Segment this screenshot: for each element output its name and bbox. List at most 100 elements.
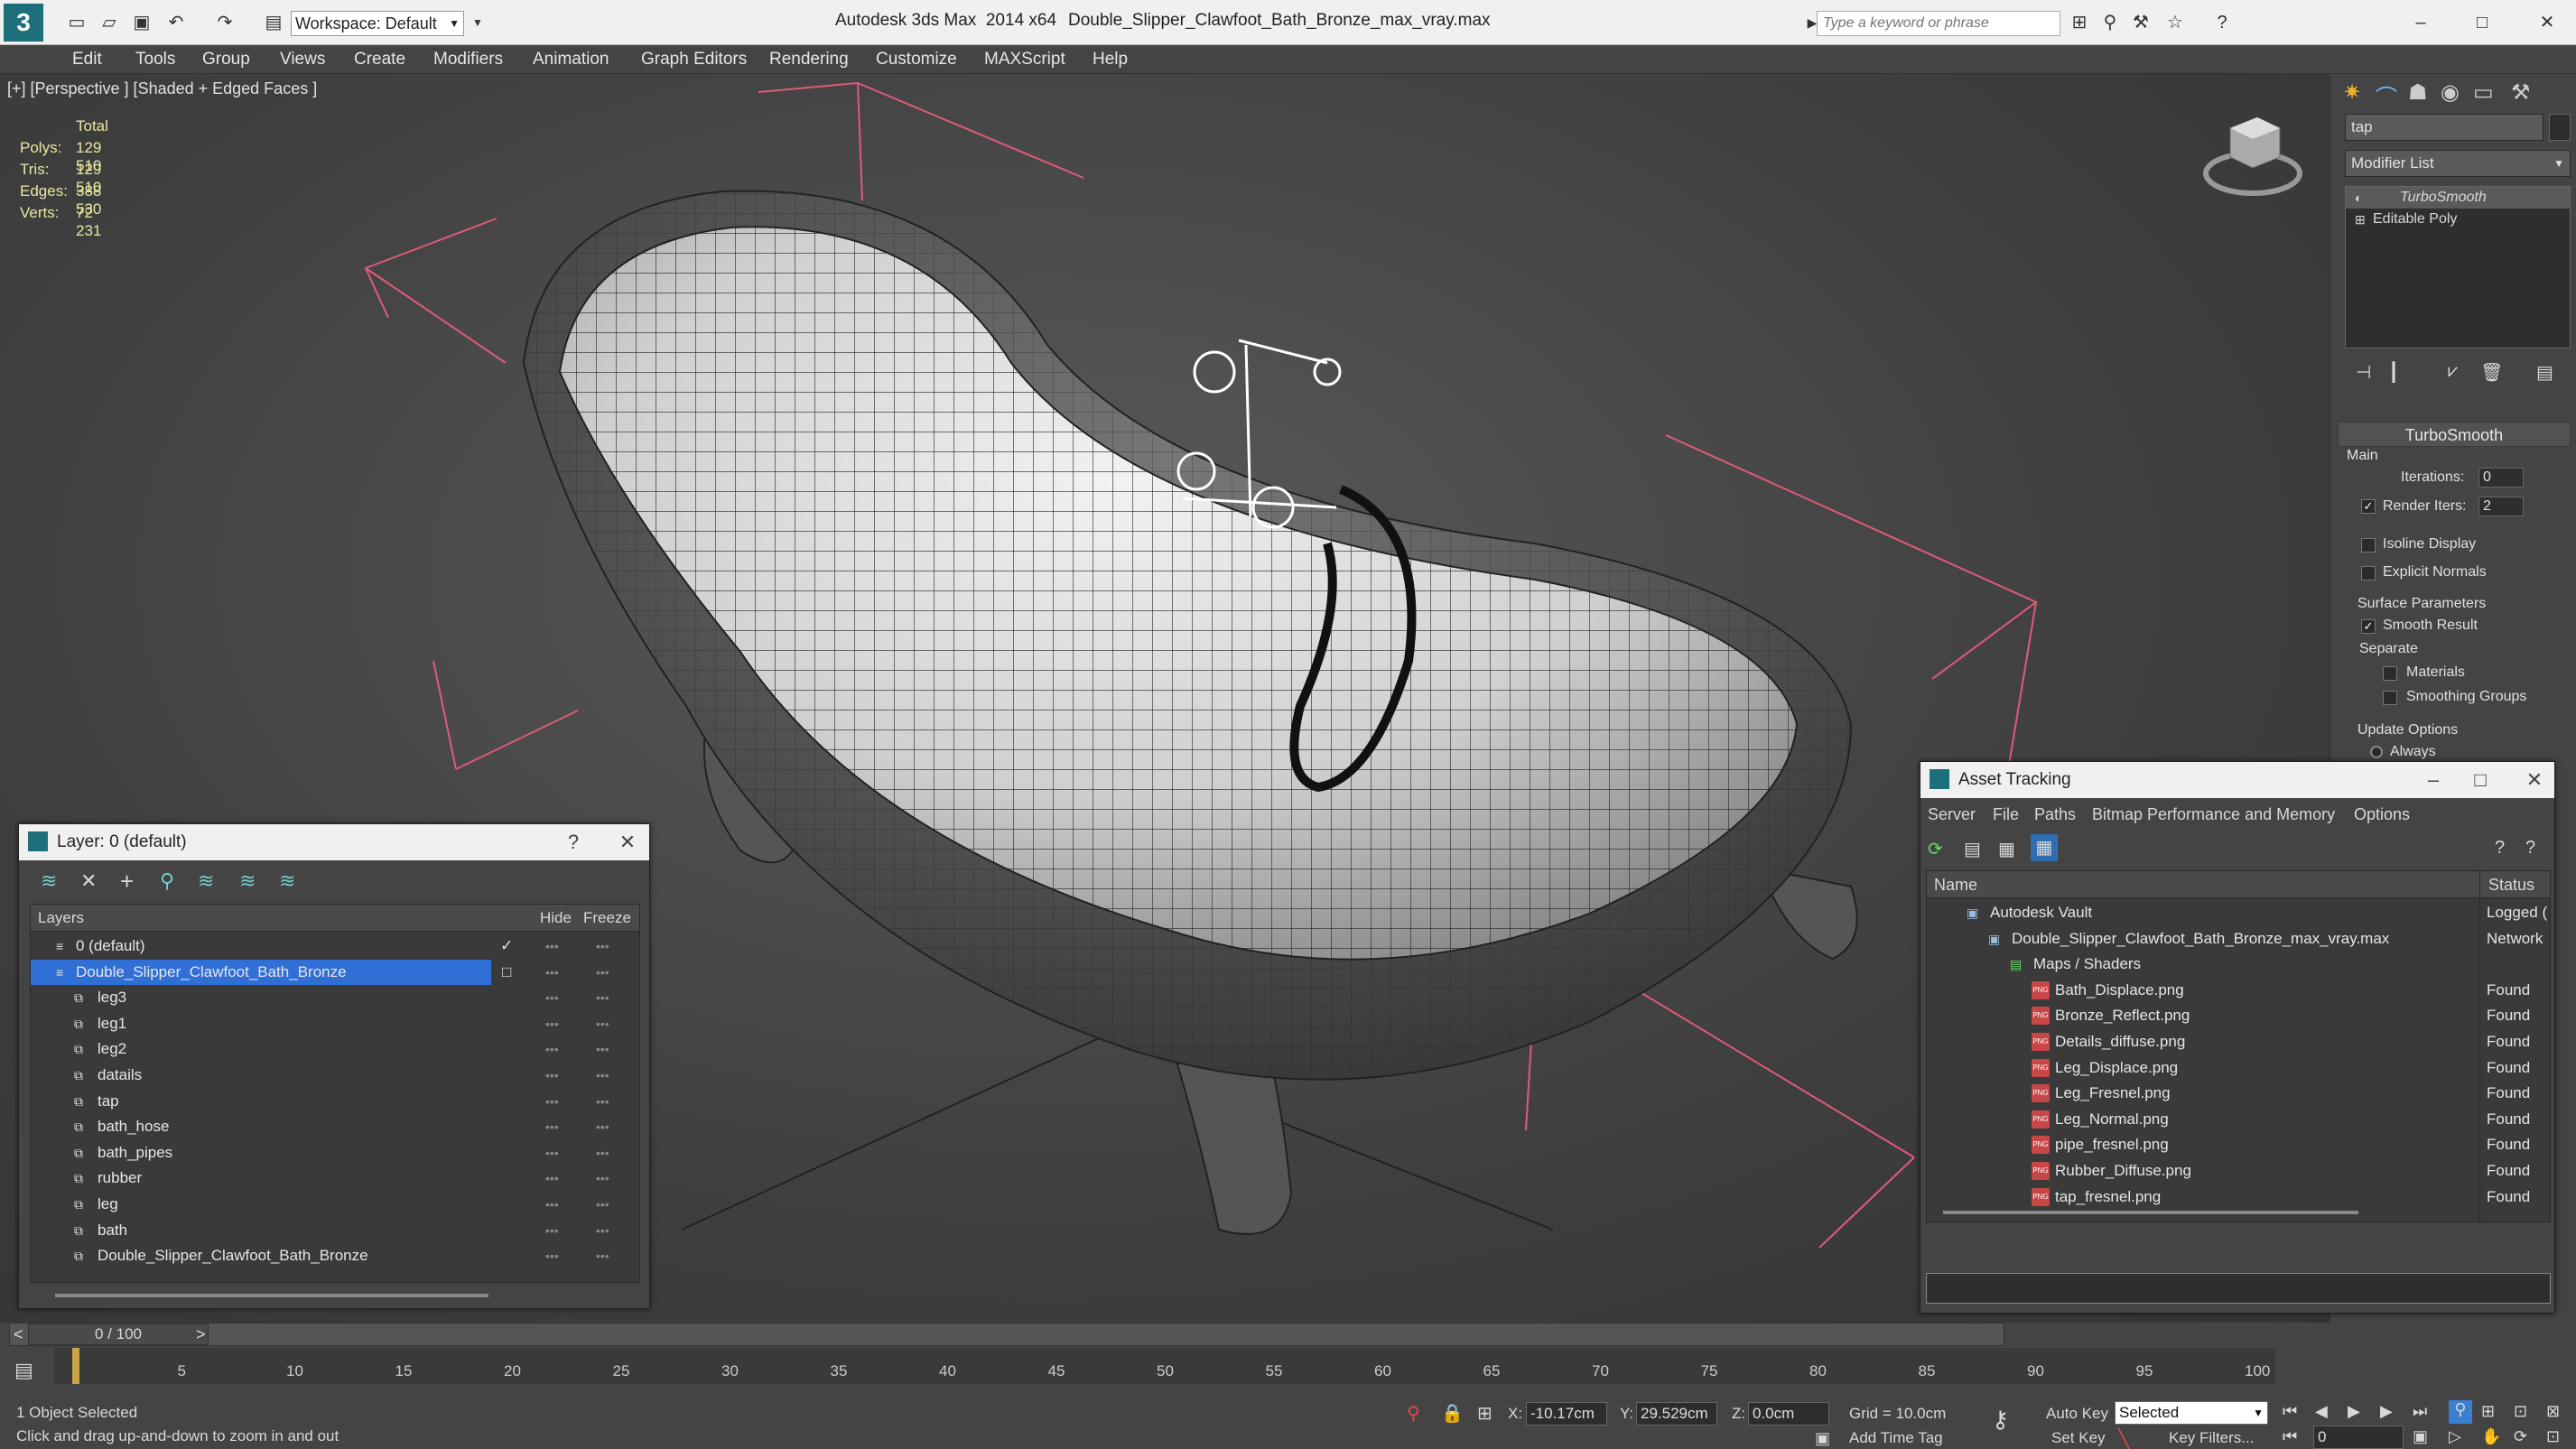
prev-frame-button[interactable]: < (14, 1325, 23, 1344)
menu-help[interactable]: Help (1093, 45, 1128, 74)
render-iters-spinner[interactable]: 2 (2478, 497, 2524, 516)
col-status[interactable]: Status (2488, 876, 2534, 895)
prev-key-icon[interactable]: ◀ (2315, 1402, 2328, 1421)
layer-row[interactable]: ⧉ leg2 ••• ••• (31, 1036, 637, 1062)
orbit-icon[interactable]: ⟳ (2514, 1427, 2527, 1446)
menu-create[interactable]: Create (354, 45, 405, 74)
hide-toggle[interactable]: ••• (545, 1243, 559, 1268)
smooth-result-checkbox[interactable]: ✓ (2361, 619, 2376, 634)
asset-row[interactable]: PNG Bath_Displace.png Found (1927, 978, 2550, 1003)
asset-menu-server[interactable]: Server (1928, 805, 1976, 824)
next-key-icon[interactable]: ▶ (2380, 1402, 2393, 1421)
asset-menu-bitmap[interactable]: Bitmap Performance and Memory (2092, 805, 2335, 824)
display-tab-icon[interactable]: ▭ (2473, 79, 2494, 106)
help-icon[interactable]: ? (2495, 838, 2505, 859)
col-name[interactable]: Name (1934, 876, 1977, 895)
freeze-toggle[interactable]: ••• (596, 960, 609, 985)
layer-row[interactable]: ⧉ leg3 ••• ••• (31, 985, 637, 1010)
hide-toggle[interactable]: ••• (545, 1011, 559, 1036)
modify-tab-icon[interactable]: ⌒ (2376, 79, 2397, 111)
x-coordinate-field[interactable]: -10.17cm (1526, 1402, 1607, 1426)
layer-row[interactable]: ⧉ tap ••• ••• (31, 1089, 637, 1114)
asset-menu-paths[interactable]: Paths (2034, 805, 2076, 824)
menu-tools[interactable]: Tools (135, 45, 175, 74)
menu-customize[interactable]: Customize (876, 45, 957, 74)
hide-toggle[interactable]: ••• (545, 1192, 559, 1217)
workspace-dropdown[interactable]: Workspace: Default ▼ (291, 11, 464, 36)
layer-row[interactable]: ⧉ bath_pipes ••• ••• (31, 1140, 637, 1166)
freeze-toggle[interactable]: ••• (596, 1243, 609, 1268)
asset-row[interactable]: PNG Bronze_Reflect.png Found (1927, 1003, 2550, 1028)
add-time-tag-button[interactable]: Add Time Tag (1849, 1429, 1943, 1447)
layer-row[interactable]: ≡ Double_Slipper_Clawfoot_Bath_Bronze □ •••… (31, 959, 609, 985)
key-icon[interactable]: ⚷ (1992, 1406, 2009, 1434)
set-key-icon[interactable]: ╲ (2118, 1427, 2129, 1449)
menu-edit[interactable]: Edit (72, 45, 102, 74)
lightbulb-icon[interactable]: ◐ (2355, 187, 2362, 209)
asset-row[interactable]: ▤ Maps / Shaders (1927, 952, 2550, 977)
key-filters-button[interactable]: Key Filters... (2169, 1429, 2254, 1447)
zoom-icon[interactable]: ⚲ (2449, 1400, 2472, 1424)
time-config-icon[interactable]: ▣ (2413, 1427, 2428, 1446)
open-file-icon[interactable]: ▱ (98, 11, 121, 34)
add-time-tag-icon[interactable]: ▣ (1815, 1429, 1830, 1448)
search-field[interactable] (1818, 12, 2060, 35)
asset-row[interactable]: ▣ Autodesk Vault Logged ( (1927, 900, 2550, 925)
freeze-toggle[interactable]: ••• (596, 1140, 609, 1166)
subscription-icon[interactable]: ⚲ (2098, 11, 2122, 34)
detail-view-icon[interactable]: ▦ (1998, 838, 2015, 860)
hide-toggle[interactable]: ••• (545, 1218, 559, 1243)
hide-toggle[interactable]: ••• (545, 960, 559, 985)
asset-path-field[interactable] (1926, 1273, 2551, 1304)
layer-row[interactable]: ≡ 0 (default) ✓ ••• ••• (31, 933, 637, 959)
close-icon[interactable]: ✕ (2535, 11, 2559, 34)
minimize-icon[interactable]: – (2409, 11, 2432, 34)
binoculars-icon[interactable]: ⊞ (2068, 11, 2091, 34)
zoom-all-icon[interactable]: ⊡ (2514, 1402, 2527, 1421)
hide-toggle[interactable]: ••• (545, 1114, 559, 1139)
favorites-star-icon[interactable]: ☆ (2163, 11, 2187, 34)
freeze-toggle[interactable]: ••• (596, 1036, 609, 1062)
freeze-toggle[interactable]: ••• (596, 1011, 609, 1036)
set-current-box-icon[interactable]: □ (502, 960, 511, 985)
z-coordinate-field[interactable]: 0.0cm (1748, 1402, 1829, 1426)
layer-row[interactable]: ⧉ leg1 ••• ••• (31, 1011, 637, 1036)
next-frame-button[interactable]: > (196, 1325, 206, 1344)
hide-toggle[interactable]: ••• (545, 1063, 559, 1088)
always-radio[interactable] (2370, 746, 2383, 758)
close-button[interactable]: ✕ (609, 824, 646, 860)
menu-graph-editors[interactable]: Graph Editors (641, 45, 747, 74)
auto-key-button[interactable]: Auto Key (2046, 1405, 2108, 1423)
hide-toggle[interactable]: ••• (545, 1166, 559, 1191)
absolute-mode-icon[interactable]: ⊞ (1477, 1402, 1493, 1425)
minimize-icon[interactable]: – (2415, 762, 2451, 798)
mini-curve-editor-icon[interactable]: ▤ (14, 1359, 33, 1382)
hierarchy-tab-icon[interactable]: ☗ (2408, 79, 2428, 106)
turbosmooth-rollout-header[interactable]: TurboSmooth (2338, 422, 2571, 447)
vault-help-icon[interactable]: ? (2525, 838, 2535, 859)
track-bar-current-frame[interactable] (72, 1348, 79, 1384)
hide-toggle[interactable]: ••• (545, 1089, 559, 1114)
menu-modifiers[interactable]: Modifiers (433, 45, 503, 74)
maximize-icon[interactable]: □ (2462, 762, 2498, 798)
layer-row[interactable]: ⧉ datails ••• ••• (31, 1063, 637, 1088)
isoline-display-checkbox[interactable] (2361, 538, 2376, 553)
asset-menu-file[interactable]: File (1993, 805, 2019, 824)
freeze-toggle[interactable]: ••• (596, 1089, 609, 1114)
smoothing-groups-checkbox[interactable] (2383, 691, 2397, 705)
redo-icon[interactable]: ↷ (213, 11, 237, 34)
show-end-result-icon[interactable]: ┃ (2388, 361, 2399, 384)
materials-checkbox[interactable] (2383, 666, 2397, 681)
explicit-normals-checkbox[interactable] (2361, 566, 2376, 581)
asset-row[interactable]: PNG pipe_fresnel.png Found (1927, 1132, 2550, 1157)
dropdown-arrow-icon[interactable]: ▼ (466, 11, 489, 34)
hide-all-icon[interactable]: ≋ (239, 869, 256, 893)
col-layers[interactable]: Layers (38, 909, 84, 927)
asset-row[interactable]: PNG Leg_Normal.png Found (1927, 1107, 2550, 1132)
delete-layer-icon[interactable]: ✕ (80, 869, 97, 893)
communication-icon[interactable]: ⚒ (2129, 11, 2153, 34)
set-key-button[interactable]: Set Key (2051, 1429, 2106, 1447)
modifier-list-dropdown[interactable]: Modifier List ▼ (2345, 150, 2571, 177)
isolate-icon[interactable]: ⚲ (1407, 1402, 1420, 1425)
freeze-toggle[interactable]: ••• (596, 985, 609, 1010)
